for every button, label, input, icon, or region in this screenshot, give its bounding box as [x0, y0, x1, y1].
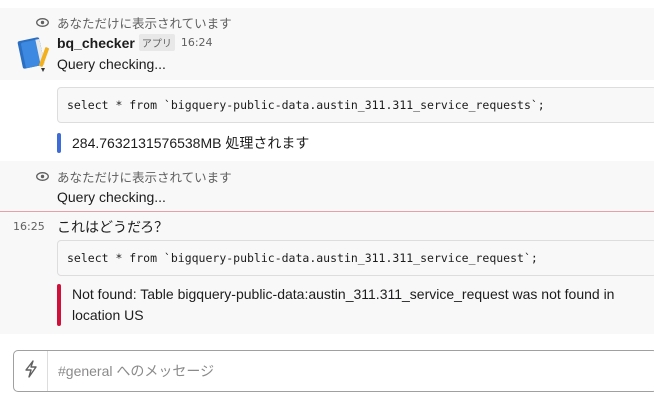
message-composer — [13, 350, 654, 392]
lightning-icon — [24, 360, 38, 382]
eye-icon — [36, 18, 49, 27]
visibility-note: あなただけに表示されています — [36, 13, 232, 32]
visibility-note: あなただけに表示されています — [36, 167, 232, 186]
bot-avatar[interactable] — [14, 35, 50, 72]
message-text: これはどうだろ？ — [57, 219, 169, 235]
author-name[interactable]: bq_checker — [57, 35, 135, 51]
error-line-1: Not found: Table bigquery-public-data:au… — [72, 286, 615, 302]
message-text: Query checking... — [57, 56, 166, 72]
message-text: Query checking... — [57, 189, 166, 205]
error-text: Not found: Table bigquery-public-data:au… — [61, 284, 614, 326]
timestamp[interactable]: 16:25 — [13, 220, 45, 233]
code-block: select * from `bigquery-public-data.aust… — [57, 240, 654, 276]
visibility-note-text: あなただけに表示されています — [57, 16, 232, 31]
error-attachment: Not found: Table bigquery-public-data:au… — [57, 284, 614, 326]
result-text: 284.7632131576538MB 処理されます — [72, 135, 310, 151]
eye-icon — [36, 172, 49, 181]
message-header: bq_checker アプリ 16:24 — [57, 34, 213, 51]
error-line-2: location US — [72, 307, 144, 323]
message-input[interactable] — [48, 363, 608, 379]
shortcuts-button[interactable] — [14, 351, 48, 391]
result-attachment: 284.7632131576538MB 処理されます — [57, 133, 309, 153]
code-block: select * from `bigquery-public-data.aust… — [57, 87, 654, 123]
app-badge: アプリ — [138, 34, 175, 51]
visibility-note-text: あなただけに表示されています — [57, 170, 232, 185]
timestamp[interactable]: 16:24 — [181, 36, 213, 49]
